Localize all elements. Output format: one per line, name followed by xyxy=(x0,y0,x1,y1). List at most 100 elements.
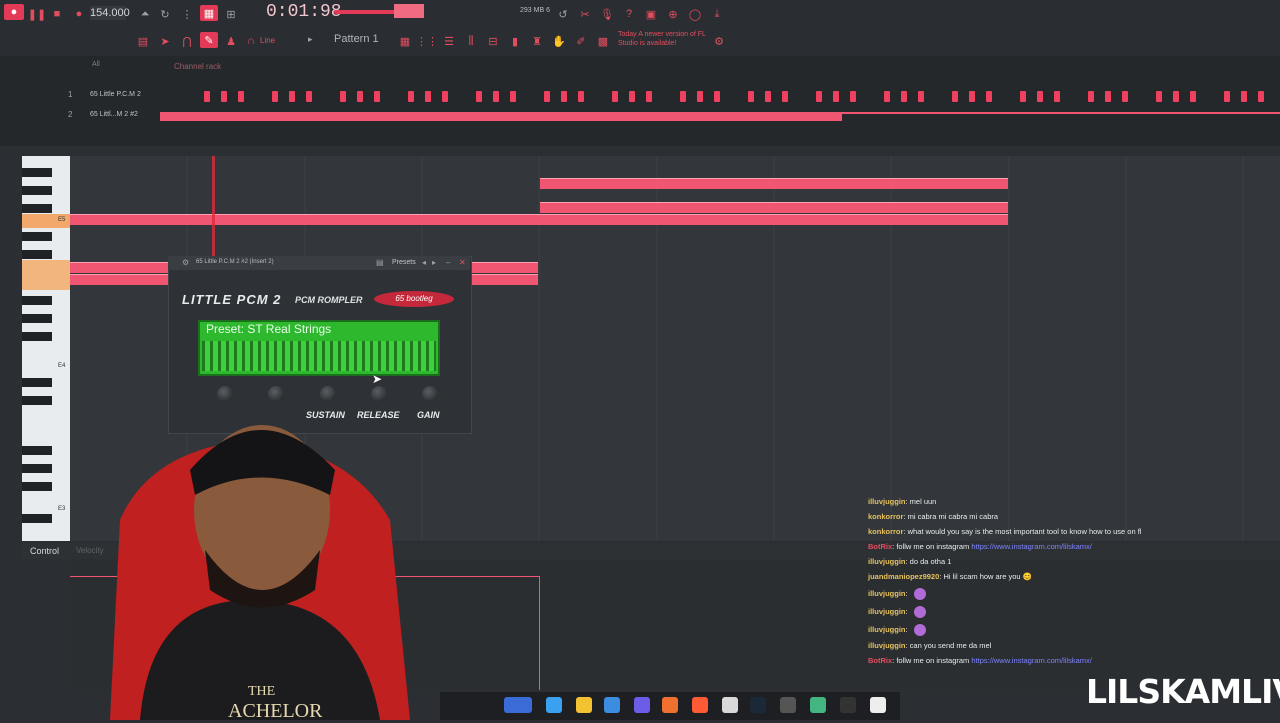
pattern-song-toggle-icon[interactable]: ▦ xyxy=(200,5,218,21)
step-button[interactable] xyxy=(1105,91,1111,102)
step-button[interactable] xyxy=(306,91,312,102)
step-button[interactable] xyxy=(782,91,788,102)
step-button[interactable] xyxy=(629,91,635,102)
chat-username[interactable]: konkorror xyxy=(868,512,903,521)
black-key[interactable] xyxy=(22,378,52,387)
highlighted-keys[interactable] xyxy=(22,260,70,290)
control-selector[interactable]: Control xyxy=(30,546,59,556)
chat-username[interactable]: illuvjuggin xyxy=(868,641,906,650)
note[interactable] xyxy=(472,274,538,285)
black-key[interactable] xyxy=(22,314,52,323)
note[interactable] xyxy=(70,214,1008,225)
step-button[interactable] xyxy=(884,91,890,102)
step-button[interactable] xyxy=(697,91,703,102)
app-icon[interactable] xyxy=(840,697,856,713)
note[interactable] xyxy=(70,274,170,285)
channel-row-2[interactable]: 2 65 Littl...M 2 #2 xyxy=(0,108,1280,126)
note[interactable] xyxy=(472,262,538,273)
step-button[interactable] xyxy=(901,91,907,102)
black-key[interactable] xyxy=(22,204,52,213)
step-button[interactable] xyxy=(612,91,618,102)
chat-link[interactable]: https://www.instagram.com/lilskamx/ xyxy=(971,542,1091,551)
mixer-faders-icon[interactable]: ⫼ xyxy=(462,33,480,49)
step-button[interactable] xyxy=(833,91,839,102)
metronome-icon[interactable]: ⏶ xyxy=(136,6,154,22)
step-button[interactable] xyxy=(1037,91,1043,102)
step-button[interactable] xyxy=(1190,91,1196,102)
help-icon[interactable]: ? xyxy=(620,6,638,22)
chat-link[interactable]: https://www.instagram.com/lilskamx/ xyxy=(971,656,1091,665)
step-button[interactable] xyxy=(765,91,771,102)
black-key[interactable] xyxy=(22,250,52,259)
black-key[interactable] xyxy=(22,332,52,341)
download-icon[interactable]: ⤓ xyxy=(708,6,726,22)
step-button[interactable] xyxy=(952,91,958,102)
note[interactable] xyxy=(540,202,1008,213)
folder-icon[interactable] xyxy=(576,697,592,713)
chat-username[interactable]: BotRix xyxy=(868,656,892,665)
note[interactable] xyxy=(540,178,1008,189)
countdown-icon[interactable]: ⊞ xyxy=(222,6,240,22)
plugin-icon[interactable]: ▮ xyxy=(506,33,524,49)
settings-icon[interactable]: ⚙ xyxy=(710,33,728,49)
step-button[interactable] xyxy=(561,91,567,102)
step-button[interactable] xyxy=(357,91,363,102)
mixer-icon[interactable]: ▦ xyxy=(396,33,414,49)
step-button[interactable] xyxy=(680,91,686,102)
cut-icon[interactable]: ✂ xyxy=(576,6,594,22)
step-button[interactable] xyxy=(850,91,856,102)
step-icon[interactable]: ⋮ xyxy=(178,6,196,22)
lcd-keyboard[interactable] xyxy=(202,341,436,371)
step-button[interactable] xyxy=(289,91,295,102)
fl-logo-icon[interactable]: ● xyxy=(4,4,24,20)
step-button[interactable] xyxy=(1054,91,1060,102)
loop-icon[interactable]: ↻ xyxy=(156,6,174,22)
channel-row-1[interactable]: 1 65 Little P.C.M 2 xyxy=(0,88,1280,106)
microphone-icon[interactable]: 🎙 xyxy=(598,6,616,22)
black-key[interactable] xyxy=(22,396,52,405)
snap-value[interactable]: Line xyxy=(260,36,275,45)
snap-icon[interactable]: ∩ xyxy=(242,33,260,49)
app-icon[interactable] xyxy=(780,697,796,713)
paint-tool-icon[interactable]: ♟ xyxy=(222,33,240,49)
step-button[interactable] xyxy=(578,91,584,102)
arrow-icon[interactable]: ➤ xyxy=(156,33,174,49)
chat-icon[interactable]: ◯ xyxy=(686,6,704,22)
step-button[interactable] xyxy=(374,91,380,102)
step-button[interactable] xyxy=(1224,91,1230,102)
stop-icon[interactable]: ■ xyxy=(48,6,66,22)
discord-icon[interactable] xyxy=(634,697,650,713)
black-key[interactable] xyxy=(22,446,52,455)
browser-icon[interactable]: ⊟ xyxy=(484,33,502,49)
pattern-arrow-icon[interactable]: ▸ xyxy=(308,34,313,45)
tempo-display[interactable]: 154.000 xyxy=(90,6,130,20)
channel-name[interactable]: 65 Little P.C.M 2 xyxy=(90,91,141,98)
grid-icon[interactable]: ▩ xyxy=(594,33,612,49)
app-icon[interactable] xyxy=(870,697,886,713)
chat-username[interactable]: illuvjuggin xyxy=(868,497,906,506)
touch-icon[interactable]: ✋ xyxy=(550,33,568,49)
black-key[interactable] xyxy=(22,186,52,195)
channel-filter[interactable]: All xyxy=(92,61,100,68)
draw-tool-icon[interactable]: ✎ xyxy=(200,32,218,48)
piano-keyboard[interactable]: E5 E4 E3 xyxy=(22,156,70,541)
step-button[interactable] xyxy=(408,91,414,102)
step-button[interactable] xyxy=(425,91,431,102)
record-icon[interactable]: ● xyxy=(70,6,88,22)
tempo-tapper-icon[interactable]: ♜ xyxy=(528,33,546,49)
step-button[interactable] xyxy=(816,91,822,102)
step-button[interactable] xyxy=(1173,91,1179,102)
step-button[interactable] xyxy=(918,91,924,102)
black-key[interactable] xyxy=(22,168,52,177)
search-icon[interactable] xyxy=(504,697,532,713)
step-button[interactable] xyxy=(1241,91,1247,102)
step-button[interactable] xyxy=(1122,91,1128,102)
pattern-selector[interactable]: Pattern 1 xyxy=(334,33,379,45)
black-key[interactable] xyxy=(22,482,52,491)
step-button[interactable] xyxy=(748,91,754,102)
black-key[interactable] xyxy=(22,514,52,523)
step-button[interactable] xyxy=(969,91,975,102)
channel-rack-icon[interactable]: ⋮⋮ xyxy=(416,33,438,49)
undo-icon[interactable]: ↺ xyxy=(554,6,572,22)
piano-roll-icon[interactable]: ▤ xyxy=(134,33,152,49)
